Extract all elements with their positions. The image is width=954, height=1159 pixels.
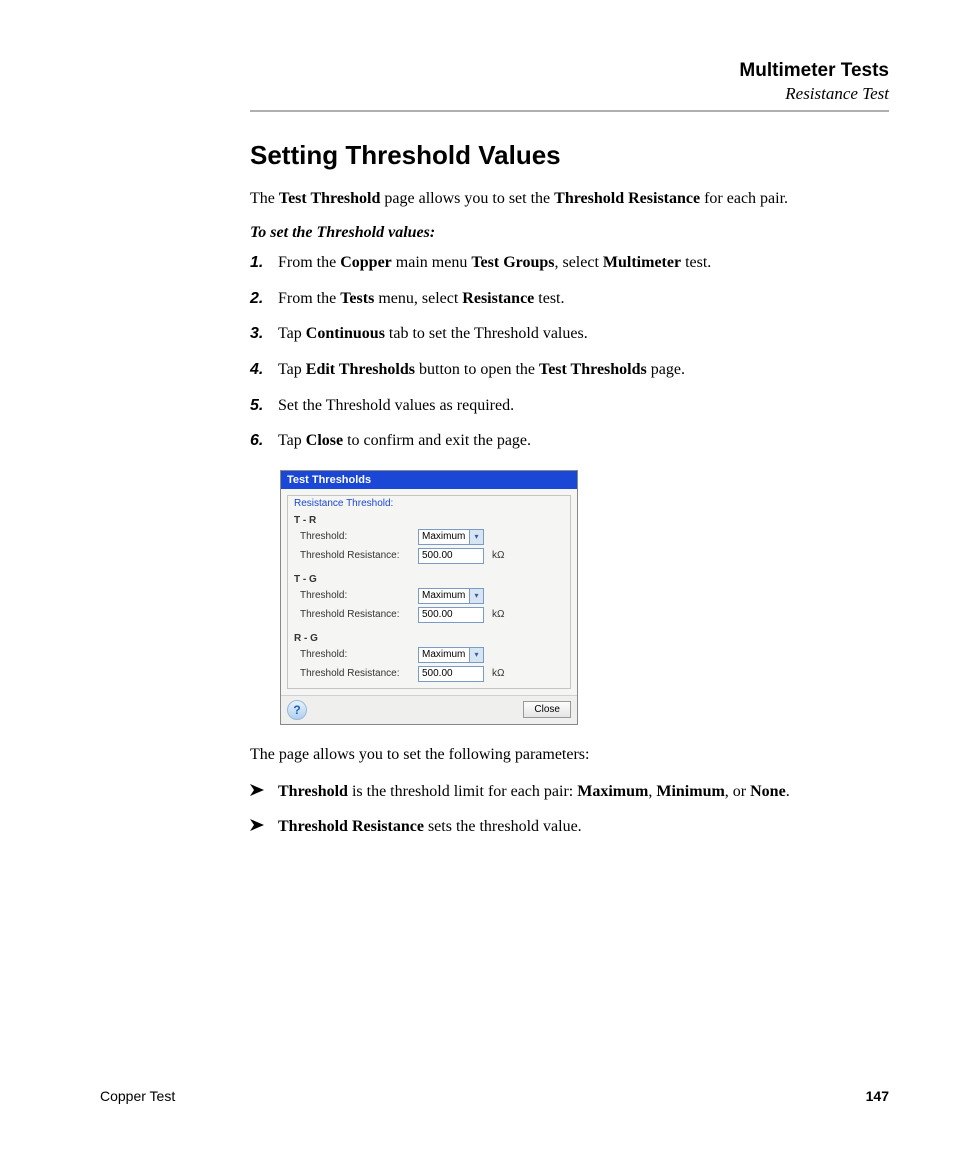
procedure-steps: 1. From the Copper main menu Test Groups… <box>250 252 889 452</box>
page-heading: Setting Threshold Values <box>250 140 889 171</box>
help-icon[interactable]: ? <box>287 700 307 720</box>
chapter-title: Multimeter Tests <box>250 60 889 82</box>
chevron-down-icon: ▾ <box>469 648 483 662</box>
tr-threshold-select[interactable]: Maximum ▾ <box>418 529 484 545</box>
rg-resistance-label: Threshold Resistance: <box>294 668 418 679</box>
rg-resistance-input[interactable]: 500.00 <box>418 666 484 682</box>
section-title: Resistance Test <box>250 84 889 104</box>
group-tr-label: T - R <box>294 515 564 526</box>
tg-threshold-select[interactable]: Maximum ▾ <box>418 588 484 604</box>
tr-unit: kΩ <box>492 550 504 561</box>
footer-left: Copper Test <box>100 1088 175 1104</box>
rg-unit: kΩ <box>492 668 504 679</box>
tg-resistance-input[interactable]: 500.00 <box>418 607 484 623</box>
step-1: 1. From the Copper main menu Test Groups… <box>250 252 889 274</box>
arrow-icon <box>250 780 278 803</box>
bullet-threshold-resistance: Threshold Resistance sets the threshold … <box>250 815 889 838</box>
rg-threshold-select[interactable]: Maximum ▾ <box>418 647 484 663</box>
parameters-intro: The page allows you to set the following… <box>250 743 889 766</box>
step-2: 2. From the Tests menu, select Resistanc… <box>250 288 889 310</box>
procedure-heading: To set the Threshold values: <box>250 224 889 242</box>
test-thresholds-dialog: Test Thresholds Resistance Threshold: T … <box>280 470 578 725</box>
dialog-title: Test Thresholds <box>281 471 577 489</box>
fieldset-title: Resistance Threshold: <box>294 498 564 509</box>
step-5: 5. Set the Threshold values as required. <box>250 395 889 417</box>
parameters-list: Threshold is the threshold limit for eac… <box>250 780 889 838</box>
close-button[interactable]: Close <box>523 701 571 718</box>
page-number: 147 <box>866 1088 889 1104</box>
chevron-down-icon: ▾ <box>469 530 483 544</box>
group-tg-label: T - G <box>294 574 564 585</box>
rg-threshold-label: Threshold: <box>294 649 418 660</box>
tr-threshold-label: Threshold: <box>294 531 418 542</box>
tg-threshold-label: Threshold: <box>294 590 418 601</box>
step-6: 6. Tap Close to confirm and exit the pag… <box>250 430 889 452</box>
intro-paragraph: The Test Threshold page allows you to se… <box>250 187 889 210</box>
group-rg-label: R - G <box>294 633 564 644</box>
header-rule <box>250 110 889 112</box>
step-4: 4. Tap Edit Thresholds button to open th… <box>250 359 889 381</box>
tg-unit: kΩ <box>492 609 504 620</box>
step-3: 3. Tap Continuous tab to set the Thresho… <box>250 323 889 345</box>
tr-resistance-label: Threshold Resistance: <box>294 550 418 561</box>
chevron-down-icon: ▾ <box>469 589 483 603</box>
arrow-icon <box>250 815 278 838</box>
tr-resistance-input[interactable]: 500.00 <box>418 548 484 564</box>
tg-resistance-label: Threshold Resistance: <box>294 609 418 620</box>
bullet-threshold: Threshold is the threshold limit for eac… <box>250 780 889 803</box>
page-footer: Copper Test 147 <box>100 1088 889 1104</box>
